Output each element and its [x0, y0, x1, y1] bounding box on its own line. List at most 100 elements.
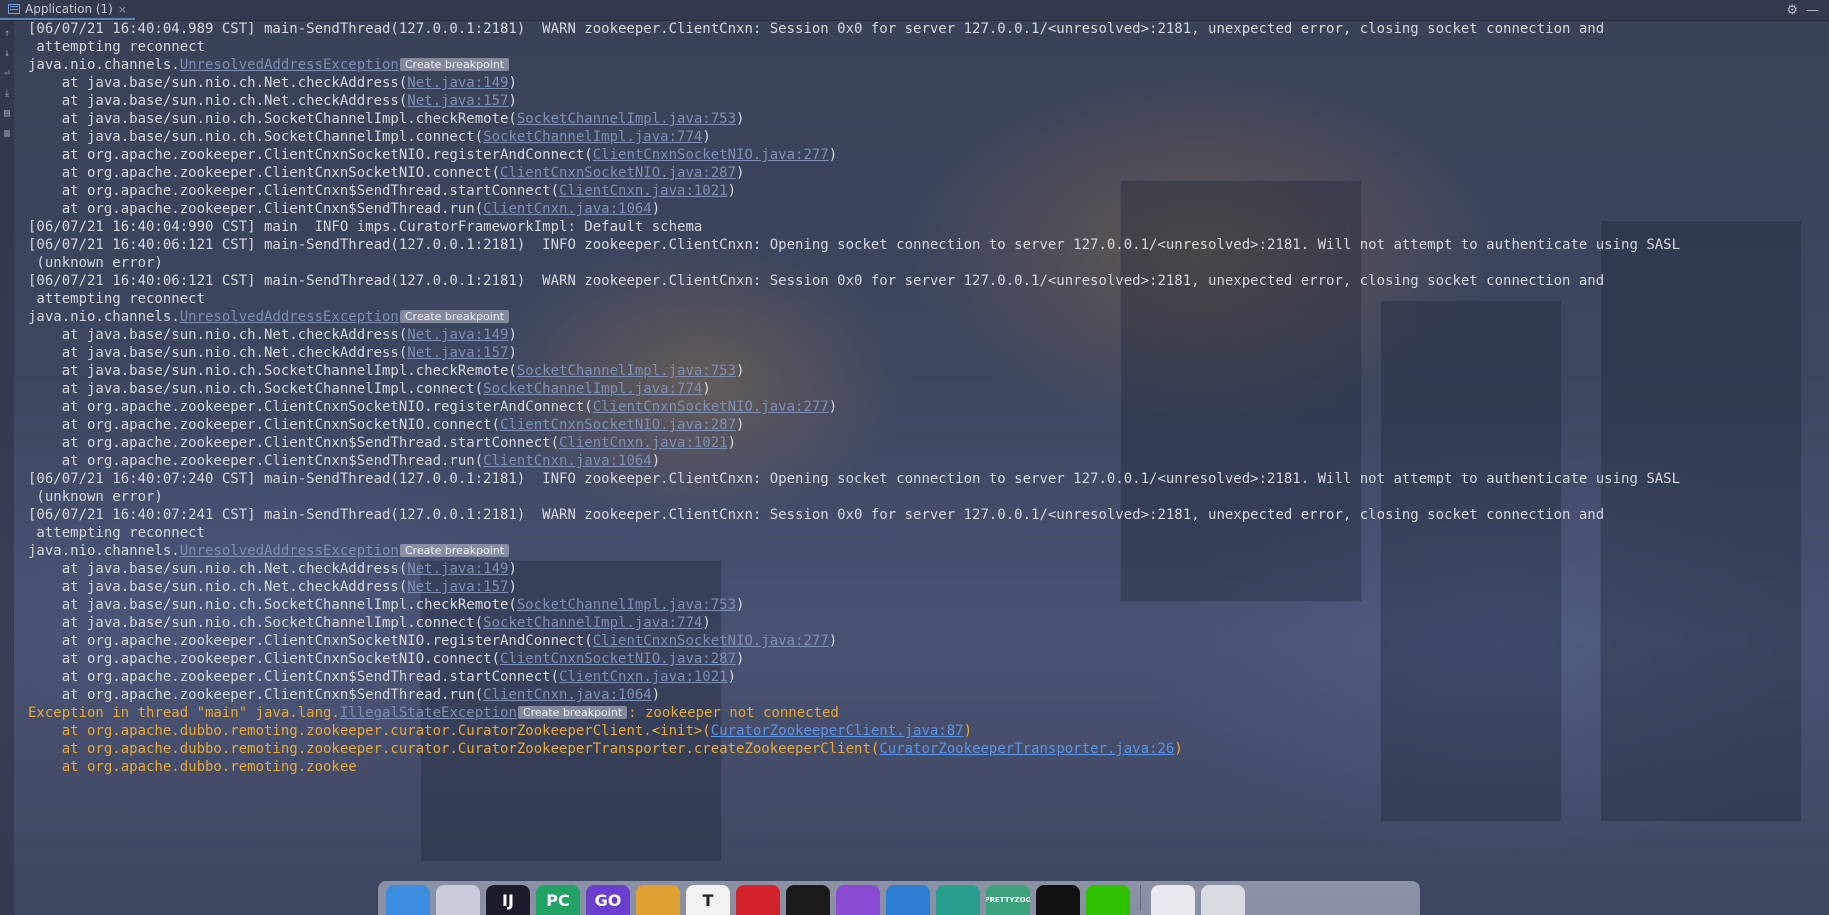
source-link[interactable]: CuratorZookeeperClient.java:87: [711, 723, 964, 739]
source-link[interactable]: ClientCnxnSocketNIO.java:277: [593, 633, 829, 649]
create-breakpoint-button[interactable]: Create breakpoint: [399, 544, 510, 557]
create-breakpoint-button[interactable]: Create breakpoint: [399, 58, 510, 71]
source-link[interactable]: Net.java:157: [407, 579, 508, 595]
dock-vscode-icon[interactable]: [886, 885, 930, 915]
exception-link[interactable]: UnresolvedAddressException: [180, 543, 399, 559]
gear-icon[interactable]: ⚙: [1786, 3, 1798, 18]
line-text: at java.base/sun.nio.ch.SocketChannelImp…: [28, 597, 517, 613]
dock-visual-studio-icon[interactable]: [836, 885, 880, 915]
dock-recent-window-icon[interactable]: [1151, 885, 1195, 915]
source-link[interactable]: Net.java:157: [407, 345, 508, 361]
source-link[interactable]: SocketChannelImpl.java:753: [517, 363, 736, 379]
line-text: ): [727, 183, 737, 199]
tab-title: Application (1): [25, 2, 113, 16]
dock-terminal-icon[interactable]: [1036, 885, 1080, 915]
console-line: at java.base/sun.nio.ch.Net.checkAddress…: [28, 74, 1819, 92]
source-link[interactable]: Net.java:149: [407, 75, 508, 91]
source-link[interactable]: ClientCnxn.java:1064: [483, 201, 652, 217]
dock-finder-icon[interactable]: [386, 885, 430, 915]
source-link[interactable]: Net.java:149: [407, 561, 508, 577]
source-link[interactable]: SocketChannelImpl.java:774: [483, 129, 702, 145]
dock-wechat-icon[interactable]: [1086, 885, 1130, 915]
line-text: ): [736, 597, 745, 613]
source-link[interactable]: Net.java:157: [407, 93, 508, 109]
line-text: at org.apache.zookeeper.ClientCnxn$SendT…: [28, 435, 560, 451]
source-link[interactable]: ClientCnxn.java:1021: [559, 435, 728, 451]
dock-netease-music-icon[interactable]: [736, 885, 780, 915]
source-link[interactable]: ClientCnxnSocketNIO.java:287: [500, 417, 736, 433]
trash-icon[interactable]: ▥: [2, 128, 12, 140]
line-text: java.nio.channels.: [28, 543, 180, 559]
create-breakpoint-button[interactable]: Create breakpoint: [399, 310, 510, 323]
console-toolbar: ↑ ↓ ⏎ ⤓ ▤ ▥: [0, 20, 14, 915]
console-line: at org.apache.zookeeper.ClientCnxn$SendT…: [28, 200, 1819, 218]
arrow-up-icon[interactable]: ↑: [2, 28, 12, 40]
console-line: at java.base/sun.nio.ch.SocketChannelImp…: [28, 110, 1819, 128]
dock-pycharm-icon[interactable]: PC: [536, 885, 580, 915]
source-link[interactable]: CuratorZookeeperTransporter.java:26: [879, 741, 1174, 757]
source-link[interactable]: ClientCnxnSocketNIO.java:277: [593, 399, 829, 415]
source-link[interactable]: SocketChannelImpl.java:774: [483, 615, 702, 631]
tool-window-actions: ⚙ —: [1786, 0, 1819, 20]
source-link[interactable]: ClientCnxnSocketNIO.java:287: [500, 651, 736, 667]
dock-trash-icon[interactable]: [1201, 885, 1245, 915]
dock-launchpad-icon[interactable]: [436, 885, 480, 915]
source-link[interactable]: Net.java:149: [407, 327, 508, 343]
dock-intellij-icon[interactable]: IJ: [486, 885, 530, 915]
line-text: at org.apache.dubbo.remoting.zookeeper.c…: [28, 723, 711, 739]
tab-application[interactable]: Application (1) ×: [0, 0, 136, 20]
source-link[interactable]: SocketChannelImpl.java:753: [517, 597, 736, 613]
exception-link[interactable]: UnresolvedAddressException: [180, 309, 399, 325]
source-link[interactable]: ClientCnxn.java:1064: [483, 453, 652, 469]
create-breakpoint-button[interactable]: Create breakpoint: [517, 706, 628, 719]
console-line: at java.base/sun.nio.ch.Net.checkAddress…: [28, 326, 1819, 344]
source-link[interactable]: ClientCnxn.java:1021: [559, 669, 728, 685]
soft-wrap-icon[interactable]: ⏎: [2, 68, 12, 80]
source-link[interactable]: ClientCnxn.java:1064: [483, 687, 652, 703]
line-text: at org.apache.zookeeper.ClientCnxnSocket…: [28, 147, 593, 163]
dock: IJ PC GO T PRETTYZOO: [378, 881, 1420, 915]
line-text: at org.apache.zookeeper.ClientCnxn$SendT…: [28, 453, 484, 469]
line-text: ): [651, 453, 661, 469]
dock-typora-icon[interactable]: T: [686, 885, 730, 915]
dock-prettyzoo-icon[interactable]: PRETTYZOO: [986, 885, 1030, 915]
source-link[interactable]: ClientCnxn.java:1021: [559, 183, 728, 199]
console-line: at org.apache.dubbo.remoting.zookee: [28, 759, 357, 775]
line-text: ): [508, 75, 517, 91]
line-text: at org.apache.dubbo.remoting.zookeeper.c…: [28, 741, 880, 757]
dock-vscode-insiders-icon[interactable]: [936, 885, 980, 915]
line-text: ): [508, 327, 517, 343]
source-link[interactable]: ClientCnxnSocketNIO.java:277: [593, 147, 829, 163]
line-text: at java.base/sun.nio.ch.Net.checkAddress…: [28, 561, 408, 577]
console-line: java.nio.channels.UnresolvedAddressExcep…: [28, 56, 1819, 74]
print-icon[interactable]: ▤: [2, 108, 12, 120]
line-text: at java.base/sun.nio.ch.SocketChannelImp…: [28, 129, 484, 145]
line-text: ): [651, 687, 661, 703]
console-line: at org.apache.zookeeper.ClientCnxn$SendT…: [28, 452, 1819, 470]
exception-link[interactable]: UnresolvedAddressException: [180, 57, 399, 73]
line-text: at java.base/sun.nio.ch.SocketChannelImp…: [28, 111, 517, 127]
dock-chrome-icon[interactable]: [636, 885, 680, 915]
line-text: at java.base/sun.nio.ch.SocketChannelImp…: [28, 363, 517, 379]
console-line: (unknown error): [28, 489, 163, 505]
minimize-icon[interactable]: —: [1806, 3, 1819, 18]
dock-qq-icon[interactable]: [786, 885, 830, 915]
console-output[interactable]: [06/07/21 16:40:04.989 CST] main-SendThr…: [28, 20, 1819, 915]
line-text: at org.apache.zookeeper.ClientCnxn$SendT…: [28, 183, 560, 199]
arrow-down-icon[interactable]: ↓: [2, 48, 12, 60]
close-icon[interactable]: ×: [118, 3, 127, 16]
dock-goland-icon[interactable]: GO: [586, 885, 630, 915]
exception-link[interactable]: IllegalStateException: [340, 705, 517, 721]
console-line: at java.base/sun.nio.ch.SocketChannelImp…: [28, 614, 1819, 632]
source-link[interactable]: SocketChannelImpl.java:753: [517, 111, 736, 127]
scroll-to-end-icon[interactable]: ⤓: [2, 88, 12, 100]
line-text: at org.apache.zookeeper.ClientCnxnSocket…: [28, 399, 593, 415]
line-text: ): [508, 93, 517, 109]
line-text: at java.base/sun.nio.ch.Net.checkAddress…: [28, 345, 408, 361]
source-link[interactable]: SocketChannelImpl.java:774: [483, 381, 702, 397]
console-line: [06/07/21 16:40:04:990 CST] main INFO im…: [28, 219, 703, 235]
source-link[interactable]: ClientCnxnSocketNIO.java:287: [500, 165, 736, 181]
line-text: at org.apache.zookeeper.ClientCnxnSocket…: [28, 165, 501, 181]
console-line: attempting reconnect: [28, 525, 206, 541]
console-line: at org.apache.zookeeper.ClientCnxn$SendT…: [28, 434, 1819, 452]
